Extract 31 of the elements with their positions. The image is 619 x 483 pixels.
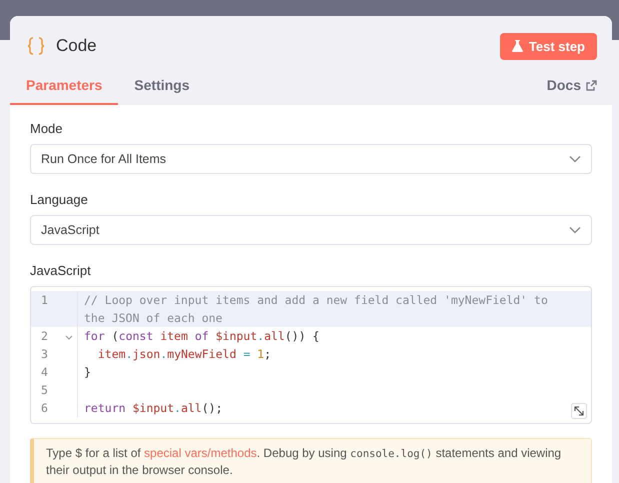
field-label: Mode: [30, 121, 64, 136]
code-line: }: [84, 365, 91, 379]
line-number: 5: [41, 382, 48, 399]
line-number: 4: [41, 364, 48, 381]
line-number: 1: [41, 292, 48, 309]
docs-link[interactable]: Docs: [546, 77, 597, 105]
flask-icon: [512, 40, 523, 52]
line-number: 3: [41, 346, 48, 363]
line-number: 6: [41, 400, 48, 417]
field-label: Language: [30, 192, 89, 207]
line-number: 2: [41, 328, 48, 345]
special-vars-link[interactable]: special vars/methods: [144, 446, 257, 460]
fold-icon[interactable]: [65, 335, 73, 341]
node-title: Code: [56, 36, 97, 56]
external-link-icon: [586, 80, 597, 90]
chevron-down-icon: [569, 155, 581, 163]
select-field[interactable]: Run Once for All Items: [30, 144, 592, 174]
chevron-down-icon: [569, 226, 581, 234]
braces-icon: [26, 36, 46, 56]
test-step-button[interactable]: Test step: [500, 32, 597, 60]
code-line: item.json.myNewField = 1;: [96, 347, 272, 361]
code-line: return $input.all();: [84, 401, 223, 415]
hint-text: Type $ for a list of special vars/methods. Debug by using console.log() statements and viewing their output in the browser console.: [46, 445, 562, 478]
code-line: for (const item of $input.all()) {: [84, 329, 320, 343]
code-line: // Loop over input items and add a new field called 'myNewField' to the JSON of each one: [84, 293, 549, 325]
code-editor[interactable]: 1 // Loop over input items and add a new field called 'myNewField' to the JSON of each one 2 for (const item of $input.all()) { 3 item.json.myNewField = 1; 4 } 5 6 return $input.all();: [30, 286, 592, 424]
tab[interactable]: Settings: [118, 69, 206, 105]
tab[interactable]: Parameters: [10, 69, 118, 105]
field-label: JavaScript: [30, 263, 92, 278]
select-field[interactable]: JavaScript: [30, 215, 592, 245]
expand-icon[interactable]: [571, 403, 587, 419]
